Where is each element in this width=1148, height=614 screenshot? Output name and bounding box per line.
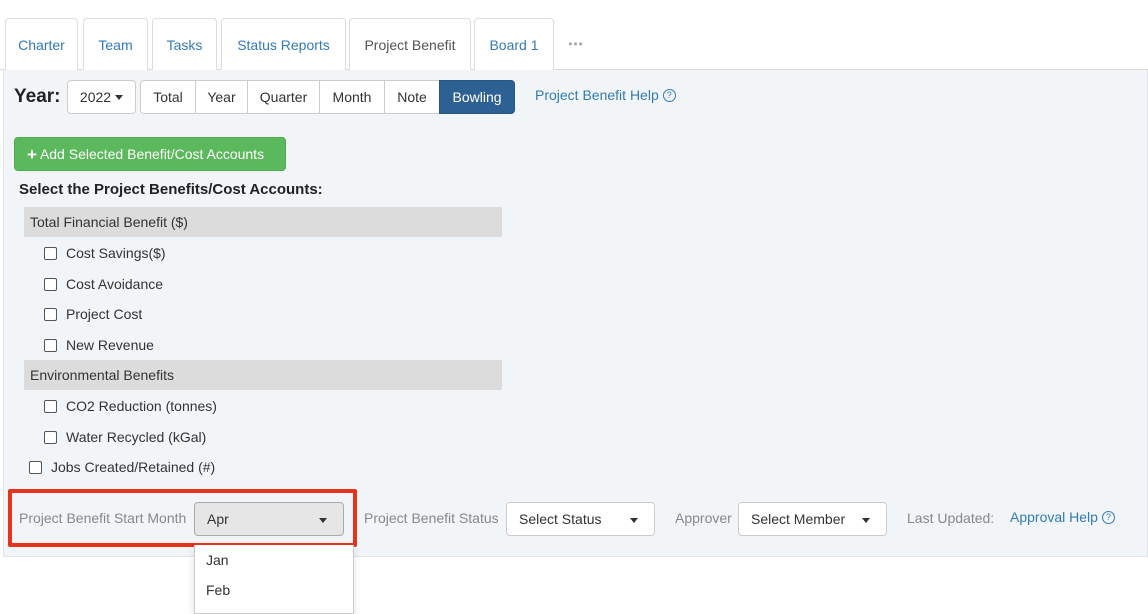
caret-down-icon: [115, 94, 124, 100]
approver-select[interactable]: Select Member: [738, 502, 887, 536]
checkbox-label: CO2 Reduction (tonnes): [66, 398, 217, 414]
checkbox[interactable]: [29, 460, 42, 474]
last-updated-label: Last Updated:: [907, 510, 995, 526]
year-label: Year:: [14, 86, 61, 107]
tab-bar: Charter Team Tasks Status Reports Projec…: [0, 0, 1148, 71]
view-year-button[interactable]: Year: [195, 80, 248, 114]
add-selected-accounts-button[interactable]: + Add Selected Benefit/Cost Accounts: [14, 137, 286, 171]
question-circle-icon: ?: [662, 88, 676, 102]
approval-help-label: Approval Help: [1010, 509, 1098, 525]
start-month-select[interactable]: Apr: [194, 502, 344, 536]
question-circle-icon: ?: [1101, 510, 1115, 524]
section-title: Select the Project Benefits/Cost Account…: [19, 181, 323, 198]
checkbox-row-new-revenue[interactable]: New Revenue: [44, 337, 154, 353]
checkbox[interactable]: [44, 246, 57, 260]
month-option-feb[interactable]: Feb: [195, 575, 353, 605]
checkbox-label: New Revenue: [66, 337, 154, 353]
checkbox-row-project-cost[interactable]: Project Cost: [44, 306, 142, 322]
tab-board-1[interactable]: Board 1: [474, 18, 554, 70]
approver-value: Select Member: [751, 511, 846, 527]
view-bowling-button[interactable]: Bowling: [439, 80, 515, 114]
more-tabs-icon[interactable]: •••: [556, 18, 596, 70]
checkbox[interactable]: [44, 338, 57, 352]
checkbox[interactable]: [44, 399, 57, 413]
checkbox[interactable]: [44, 307, 57, 321]
checkbox-label: Cost Avoidance: [66, 276, 164, 292]
group-header-financial: Total Financial Benefit ($): [24, 207, 502, 237]
view-month-button[interactable]: Month: [319, 80, 385, 114]
project-benefit-help-link[interactable]: Project Benefit Help ?: [535, 87, 676, 103]
start-month-dropdown-menu: Jan Feb: [194, 545, 354, 614]
checkbox-label: Jobs Created/Retained (#): [51, 459, 216, 475]
group-header-environmental: Environmental Benefits: [24, 360, 502, 390]
checkbox-row-jobs-created[interactable]: Jobs Created/Retained (#): [29, 459, 215, 475]
checkbox-row-water-recycled[interactable]: Water Recycled (kGal): [44, 429, 206, 445]
add-button-label: Add Selected Benefit/Cost Accounts: [39, 146, 265, 162]
view-note-button[interactable]: Note: [384, 80, 440, 114]
year-value: 2022: [79, 89, 112, 105]
help-link-label: Project Benefit Help: [535, 87, 659, 103]
checkbox-row-co2-reduction[interactable]: CO2 Reduction (tonnes): [44, 398, 217, 414]
plus-icon: +: [27, 144, 37, 164]
start-month-value: Apr: [207, 511, 229, 527]
view-total-button[interactable]: Total: [140, 80, 196, 114]
caret-down-icon: [319, 518, 327, 523]
checkbox-row-cost-savings[interactable]: Cost Savings($): [44, 245, 166, 261]
approver-label: Approver: [675, 510, 732, 526]
checkbox-label: Project Cost: [66, 306, 143, 322]
year-dropdown[interactable]: 2022: [67, 80, 136, 114]
status-select[interactable]: Select Status: [506, 502, 655, 536]
checkbox[interactable]: [44, 430, 57, 444]
start-month-label: Project Benefit Start Month: [19, 510, 187, 526]
caret-down-icon: [630, 518, 638, 523]
tab-status-reports[interactable]: Status Reports: [221, 18, 346, 70]
checkbox-row-cost-avoidance[interactable]: Cost Avoidance: [44, 276, 163, 292]
checkbox-label: Cost Savings($): [66, 245, 166, 261]
approval-help-link[interactable]: Approval Help ?: [1010, 509, 1115, 525]
caret-down-icon: [862, 518, 870, 523]
status-value: Select Status: [519, 511, 602, 527]
month-option-jan[interactable]: Jan: [195, 545, 353, 575]
checkbox-label: Water Recycled (kGal): [66, 429, 207, 445]
view-quarter-button[interactable]: Quarter: [247, 80, 320, 114]
view-button-group: Total Year Quarter Month Note Bowling: [140, 80, 515, 114]
tab-team[interactable]: Team: [83, 18, 148, 70]
checkbox[interactable]: [44, 277, 57, 291]
tab-project-benefit[interactable]: Project Benefit: [349, 18, 471, 71]
status-label: Project Benefit Status: [364, 510, 499, 526]
tab-charter[interactable]: Charter: [5, 18, 78, 70]
tab-tasks[interactable]: Tasks: [152, 18, 217, 70]
